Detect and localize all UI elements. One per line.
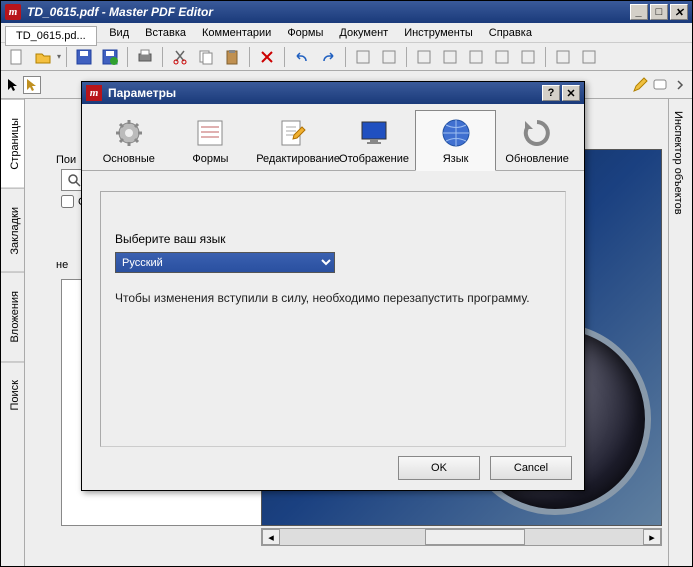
tool-c-icon[interactable] [412, 45, 436, 69]
tool-b-icon[interactable] [377, 45, 401, 69]
scroll-thumb[interactable] [425, 529, 525, 545]
scroll-right-icon[interactable]: ▸ [643, 529, 661, 545]
dialog-buttons: OK Cancel [398, 456, 572, 480]
edit-pointer-icon[interactable] [23, 76, 41, 94]
tab-update[interactable]: Обновление [496, 110, 578, 170]
redo-icon[interactable] [316, 45, 340, 69]
titlebar: m TD_0615.pdf - Master PDF Editor _ □ ✕ [1, 1, 692, 23]
tab-language[interactable]: Язык [415, 110, 497, 171]
tool-f-icon[interactable] [490, 45, 514, 69]
sidebar-left: Страницы Закладки Вложения Поиск [1, 99, 25, 566]
dialog-tabs: Основные Формы Редактирование Отображени… [82, 104, 584, 171]
more-icon[interactable] [672, 77, 688, 93]
edit-icon[interactable] [632, 77, 648, 93]
forms-icon [194, 117, 226, 149]
scrollbar-horizontal[interactable]: ◂ ▸ [261, 528, 662, 546]
save-as-icon[interactable] [98, 45, 122, 69]
edit-icon [276, 117, 308, 149]
toolbar-main: ▾ [1, 43, 692, 71]
comment-icon[interactable] [652, 77, 668, 93]
restart-hint: Чтобы изменения вступили в силу, необход… [115, 291, 551, 305]
cut-icon[interactable] [168, 45, 192, 69]
preferences-dialog: m Параметры ? ✕ Основные Формы Редактиро… [81, 81, 585, 491]
menu-help[interactable]: Справка [481, 25, 540, 41]
tab-forms[interactable]: Формы [170, 110, 252, 170]
dialog-group: Выберите ваш язык Русский Чтобы изменени… [100, 191, 566, 447]
maximize-button[interactable]: □ [650, 4, 668, 20]
dialog-body: Выберите ваш язык Русский Чтобы изменени… [82, 171, 584, 467]
tab-editing[interactable]: Редактирование [251, 110, 333, 170]
save-icon[interactable] [72, 45, 96, 69]
sidebar-tab-search[interactable]: Поиск [1, 361, 24, 428]
tool-a-icon[interactable] [351, 45, 375, 69]
tool-g-icon[interactable] [516, 45, 540, 69]
globe-icon [440, 117, 472, 149]
dialog-close-button[interactable]: ✕ [562, 85, 580, 101]
copy-icon[interactable] [194, 45, 218, 69]
window-title: TD_0615.pdf - Master PDF Editor [27, 5, 628, 19]
open-icon[interactable] [31, 45, 55, 69]
dialog-help-button[interactable]: ? [542, 85, 560, 101]
tab-display[interactable]: Отображение [333, 110, 415, 170]
pointer-icon[interactable] [5, 77, 21, 93]
menubar: Файл Правка Вид Вставка Комментарии Форм… [1, 23, 692, 43]
refresh-icon [521, 117, 553, 149]
monitor-icon [358, 117, 390, 149]
checkbox-input[interactable] [61, 195, 74, 208]
language-select[interactable]: Русский [115, 252, 335, 273]
menu-tools[interactable]: Инструменты [396, 25, 481, 41]
main-window: m TD_0615.pdf - Master PDF Editor _ □ ✕ … [0, 0, 693, 567]
tool-i-icon[interactable] [577, 45, 601, 69]
sidebar-tab-attachments[interactable]: Вложения [1, 272, 24, 361]
new-icon[interactable] [5, 45, 29, 69]
close-button[interactable]: ✕ [670, 4, 688, 20]
scroll-left-icon[interactable]: ◂ [262, 529, 280, 545]
sidebar-tab-bookmarks[interactable]: Закладки [1, 188, 24, 273]
document-tab[interactable]: TD_0615.pd... [5, 26, 97, 46]
ok-button[interactable]: OK [398, 456, 480, 480]
dialog-title: Параметры [108, 86, 540, 100]
print-icon[interactable] [133, 45, 157, 69]
sidebar-right: Инспектор объектов [668, 99, 692, 566]
paste-icon[interactable] [220, 45, 244, 69]
dialog-titlebar: m Параметры ? ✕ [82, 82, 584, 104]
gear-icon [113, 117, 145, 149]
minimize-button[interactable]: _ [630, 4, 648, 20]
sidebar-tab-inspector[interactable]: Инспектор объектов [669, 99, 687, 227]
tool-d-icon[interactable] [438, 45, 462, 69]
sidebar-tab-pages[interactable]: Страницы [1, 99, 24, 188]
language-label: Выберите ваш язык [115, 232, 551, 246]
menu-comments[interactable]: Комментарии [194, 25, 279, 41]
tab-general[interactable]: Основные [88, 110, 170, 170]
panel-title: Пои [56, 154, 76, 166]
menu-insert[interactable]: Вставка [137, 25, 194, 41]
app-icon: m [5, 4, 21, 20]
scroll-track[interactable] [280, 529, 643, 545]
tool-e-icon[interactable] [464, 45, 488, 69]
app-icon: m [86, 85, 102, 101]
menu-view[interactable]: Вид [101, 25, 137, 41]
menu-document[interactable]: Документ [331, 25, 396, 41]
panel-note: не [56, 259, 68, 271]
undo-icon[interactable] [290, 45, 314, 69]
delete-icon[interactable] [255, 45, 279, 69]
menu-forms[interactable]: Формы [279, 25, 331, 41]
tool-h-icon[interactable] [551, 45, 575, 69]
cancel-button[interactable]: Cancel [490, 456, 572, 480]
